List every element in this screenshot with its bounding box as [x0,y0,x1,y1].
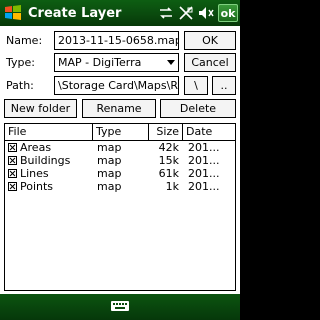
window-title: Create Layer [28,5,122,21]
file-list-header: File Type Size Date [5,124,235,141]
delete-button[interactable]: Delete [160,99,236,118]
file-size: 15k [158,154,179,167]
type-select-value: MAP - DigiTerra [58,56,142,69]
actions-row: New folder Rename Delete [0,99,240,119]
ok-close-button[interactable]: ok [218,4,238,22]
new-folder-button[interactable]: New folder [4,99,77,118]
path-input[interactable]: \Storage Card\Maps\Ras [54,76,179,95]
file-date: 201... [188,180,220,193]
volume-icon[interactable] [198,5,214,21]
parent-folder-button[interactable]: .. [212,76,236,95]
file-size: 61k [158,167,179,180]
file-type: map [97,180,122,193]
map-file-icon [8,169,17,178]
type-select[interactable]: MAP - DigiTerra [54,53,179,72]
file-name: Points [20,180,54,193]
file-date: 201... [188,141,220,154]
path-label: Path: [6,79,34,92]
root-folder-button[interactable]: \ [184,76,208,95]
table-row[interactable]: Points map 1k 201... [5,180,235,193]
file-name: Buildings [20,154,71,167]
column-header-size[interactable]: Size [149,124,183,141]
connectivity-icon[interactable] [158,5,174,21]
rename-button[interactable]: Rename [82,99,156,118]
table-row[interactable]: Lines map 61k 201... [5,167,235,180]
map-file-icon [8,143,17,152]
table-row[interactable]: Buildings map 15k 201... [5,154,235,167]
table-row[interactable]: Areas map 42k 201... [5,141,235,154]
file-size: 1k [165,180,179,193]
file-date: 201... [188,167,220,180]
map-file-icon [8,182,17,191]
type-label: Type: [6,56,35,69]
windows-flag-icon[interactable] [0,0,26,26]
chevron-down-icon [167,60,175,65]
file-type: map [97,154,122,167]
file-type: map [97,167,122,180]
title-bar: Create Layer ok [0,0,240,26]
column-header-file[interactable]: File [5,124,93,141]
bottom-bar [0,294,240,320]
column-header-type[interactable]: Type [93,124,149,141]
no-signal-icon[interactable] [178,5,194,21]
map-file-icon [8,156,17,165]
file-list[interactable]: File Type Size Date Areas map 42k 201...… [4,123,236,291]
file-date: 201... [188,154,220,167]
path-row: Path: \Storage Card\Maps\Ras \ .. [0,76,240,96]
ok-button[interactable]: OK [184,31,236,50]
file-name: Lines [20,167,49,180]
dialog-content: Name: 2013-11-15-0658.map OK Type: MAP -… [0,26,240,294]
name-label: Name: [6,34,43,47]
name-input[interactable]: 2013-11-15-0658.map [54,31,179,50]
file-name: Areas [20,141,52,154]
file-size: 42k [158,141,179,154]
column-header-date[interactable]: Date [183,124,235,141]
cancel-button[interactable]: Cancel [184,53,236,72]
type-row: Type: MAP - DigiTerra Cancel [0,53,240,73]
name-row: Name: 2013-11-15-0658.map OK [0,31,240,51]
keyboard-icon[interactable] [110,299,130,316]
file-type: map [97,141,122,154]
